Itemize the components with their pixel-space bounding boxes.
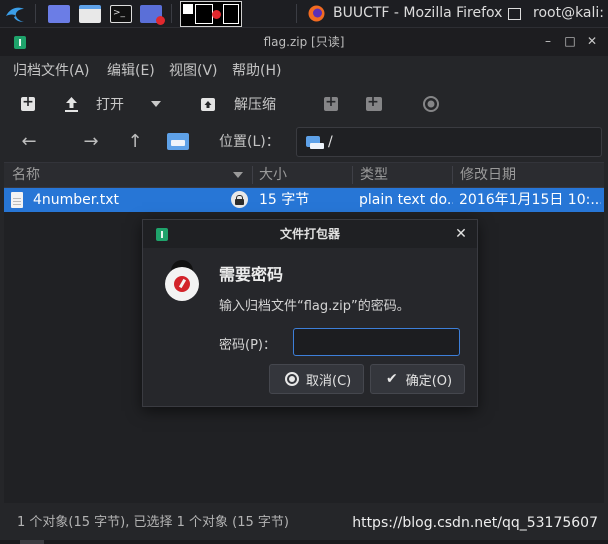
show-desktop-launcher-icon[interactable] — [48, 0, 70, 27]
password-input[interactable] — [293, 328, 460, 356]
new-archive-icon — [21, 94, 35, 111]
lock-icon — [231, 191, 248, 208]
file-manager-launcher-icon[interactable] — [79, 0, 101, 27]
extract-button[interactable]: 解压缩 — [200, 92, 276, 116]
open-dropdown-button[interactable] — [151, 92, 161, 116]
firefox-icon[interactable] — [308, 0, 325, 27]
up-arrow-icon[interactable]: ↑ — [123, 130, 147, 154]
column-divider — [252, 166, 253, 184]
add-folder-icon — [366, 94, 382, 111]
check-icon: ✔ — [386, 371, 398, 387]
location-field[interactable]: / — [296, 127, 602, 157]
column-divider — [452, 166, 453, 184]
screen-recorder-launcher-icon[interactable] — [140, 0, 165, 27]
column-type[interactable]: 类型 — [360, 163, 388, 187]
panel-separator — [171, 4, 172, 23]
ok-label: 确定(O) — [405, 373, 453, 389]
terminal-launcher-icon[interactable]: >_ — [110, 0, 132, 27]
add-file-button[interactable] — [324, 92, 338, 116]
cancel-icon — [285, 372, 299, 386]
column-name[interactable]: 名称 — [12, 163, 40, 187]
dialog-message: 输入归档文件“flag.zip”的密码。 — [219, 299, 410, 314]
back-arrow-icon[interactable]: ← — [17, 130, 41, 154]
stop-icon — [423, 96, 439, 112]
kali-dragon-icon[interactable] — [2, 0, 28, 27]
window-title: flag.zip [只读] — [263, 35, 345, 49]
workspace-switcher[interactable] — [180, 1, 242, 27]
dialog-close-button[interactable]: ✕ — [452, 225, 470, 243]
dialog-heading: 需要密码 — [219, 265, 284, 284]
status-bar: 1 个对象(15 字节), 已选择 1 个对象 (15 字节) https://… — [0, 506, 608, 540]
password-dialog: 文件打包器 ✕ 需要密码 输入归档文件“flag.zip”的密码。 密码(P)：… — [142, 219, 478, 407]
menu-bar: 归档文件(A) 编辑(E) 视图(V) 帮助(H) — [0, 56, 608, 86]
cancel-label: 取消(C) — [306, 373, 352, 389]
status-text: 1 个对象(15 字节), 已选择 1 个对象 (15 字节) — [17, 515, 289, 530]
home-folder-icon[interactable] — [167, 133, 189, 150]
file-size: 15 字节 — [259, 192, 310, 208]
new-archive-button[interactable] — [21, 92, 35, 116]
panel-separator — [35, 4, 36, 23]
open-label: 打开 — [96, 97, 124, 113]
file-type: plain text do... — [359, 192, 453, 208]
extract-label: 解压缩 — [234, 97, 276, 113]
open-icon — [65, 96, 78, 112]
close-button[interactable]: ✕ — [583, 32, 601, 50]
password-label: 密码(P)： — [219, 338, 276, 353]
add-folder-button[interactable] — [366, 92, 382, 116]
column-modified[interactable]: 修改日期 — [460, 163, 516, 187]
menu-help[interactable]: 帮助(H) — [232, 56, 281, 86]
add-file-icon — [324, 94, 338, 111]
taskbar-firefox-window[interactable]: BUUCTF - Mozilla Firefox — [333, 0, 502, 27]
maximize-button[interactable]: □ — [561, 32, 579, 50]
menu-edit[interactable]: 编辑(E) — [107, 56, 155, 86]
folder-icon — [306, 136, 324, 149]
file-name: 4number.txt — [33, 192, 119, 208]
bottom-strip — [0, 540, 608, 544]
chevron-down-icon — [151, 101, 161, 107]
table-row[interactable]: 4number.txt 15 字节 plain text do... 2016年… — [4, 188, 604, 212]
minimize-button[interactable]: – — [539, 32, 557, 50]
menu-archive[interactable]: 归档文件(A) — [13, 56, 90, 86]
file-list-header: 名称 大小 类型 修改日期 — [4, 163, 604, 188]
file-modified: 2016年1月15日 10:... — [459, 192, 601, 208]
open-button[interactable]: 打开 — [63, 92, 124, 116]
ok-button[interactable]: ✔ 确定(O) — [370, 364, 465, 394]
column-divider — [352, 166, 353, 184]
dialog-title: 文件打包器 — [279, 227, 340, 241]
taskbar-terminal-window[interactable]: root@kali: ~ — [533, 0, 608, 27]
extract-icon — [201, 97, 215, 111]
text-file-icon — [11, 192, 23, 208]
sort-descending-icon — [233, 172, 243, 178]
menu-view[interactable]: 视图(V) — [169, 56, 218, 86]
location-label: 位置(L)： — [219, 134, 280, 150]
toolbar: 打开 解压缩 — [0, 88, 608, 120]
terminal-icon[interactable] — [508, 0, 521, 27]
column-size[interactable]: 大小 — [259, 163, 287, 187]
forward-arrow-icon[interactable]: → — [79, 130, 103, 154]
cancel-button[interactable]: 取消(C) — [269, 364, 364, 394]
warning-icon — [165, 267, 199, 301]
watermark: https://blog.csdn.net/qq_53175607 — [352, 515, 598, 531]
stop-button[interactable] — [423, 92, 439, 116]
panel-separator — [296, 4, 297, 23]
dialog-titlebar[interactable]: 文件打包器 ✕ — [143, 220, 477, 248]
location-bar: ← → ↑ 位置(L)： / — [0, 124, 608, 160]
location-path: / — [328, 134, 333, 150]
top-panel: >_ BUUCTF - Mozilla Firefox root@kali: ~ — [0, 0, 608, 28]
window-titlebar[interactable]: flag.zip [只读] – □ ✕ — [0, 28, 608, 56]
